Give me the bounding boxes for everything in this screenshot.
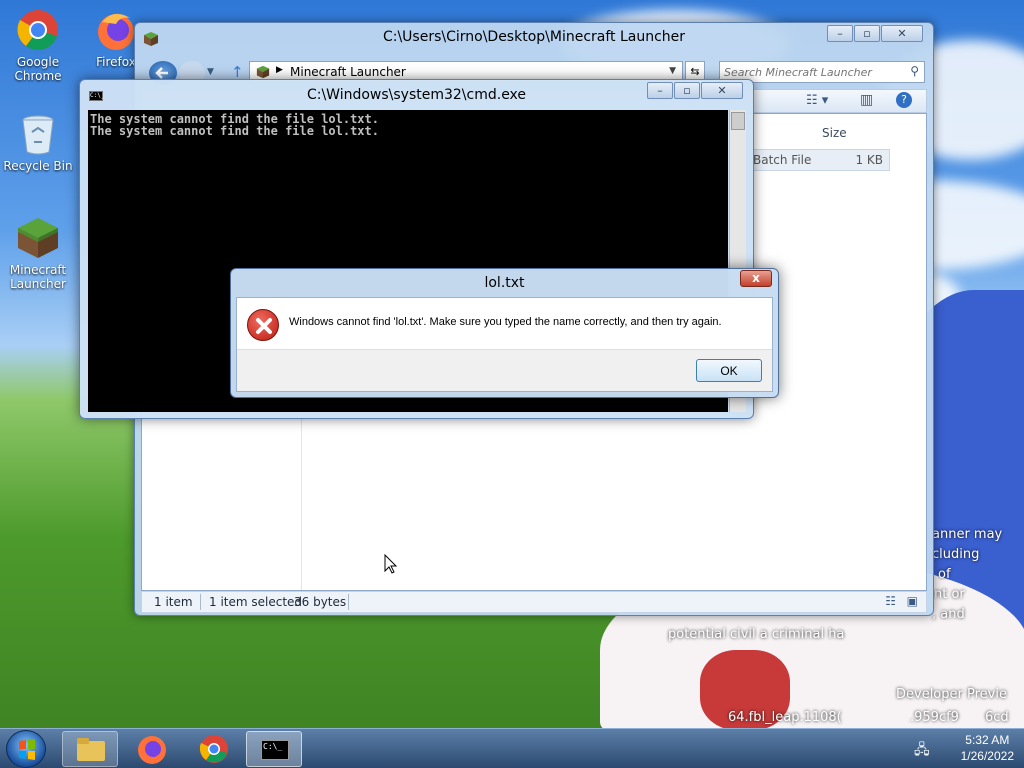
taskbar-chrome-button[interactable] xyxy=(186,731,242,767)
dialog-close-button[interactable]: x xyxy=(740,270,772,287)
watermark-line: , and xyxy=(932,607,965,622)
watermark-line: nt or xyxy=(934,587,965,602)
search-icon[interactable]: ⚲ xyxy=(910,64,919,78)
desktop-icon-label: Minecraft Launcher xyxy=(9,263,67,291)
taskbar: C:\_ 🖧 5:32 AM 1/26/2022 xyxy=(0,728,1024,768)
chrome-icon xyxy=(199,735,228,763)
watermark-line: .959cf9 xyxy=(910,710,959,725)
folder-icon xyxy=(77,738,105,761)
desktop-icon-label: Google Chrome xyxy=(14,55,62,83)
error-dialog[interactable]: lol.txt x Windows cannot find 'lol.txt'.… xyxy=(230,268,779,398)
watermark-line: 6cd xyxy=(985,710,1009,725)
column-header-size[interactable]: Size xyxy=(822,126,847,140)
clock-date: 1/26/2022 xyxy=(960,749,1014,763)
minecraft-icon xyxy=(256,65,270,79)
watermark-line: potential civil a criminal ha xyxy=(668,627,845,642)
network-icon[interactable]: 🖧 xyxy=(914,739,930,763)
scrollbar-thumb[interactable] xyxy=(731,112,745,130)
file-type: Batch File xyxy=(753,153,812,167)
watermark-line: 64.fbl_leap.1108( xyxy=(728,710,842,725)
status-size: 36 bytes xyxy=(294,595,347,609)
status-bar: 1 item 1 item selected 36 bytes ☷ ▣ xyxy=(141,591,927,613)
error-icon xyxy=(247,309,279,341)
help-icon[interactable]: ? xyxy=(896,92,912,108)
desktop-icon-recycle-bin[interactable]: Recycle Bin xyxy=(2,112,74,173)
preview-pane-icon[interactable]: ▥ xyxy=(860,92,873,108)
minimize-button[interactable]: – xyxy=(827,25,853,42)
dialog-footer: OK xyxy=(237,349,772,391)
minecraft-icon xyxy=(16,216,60,260)
file-row-selected[interactable]: Batch File 1 KB xyxy=(748,149,890,171)
desktop-icon-minecraft[interactable]: Minecraft Launcher xyxy=(2,216,74,291)
firefox-icon xyxy=(94,8,138,52)
close-button[interactable]: ✕ xyxy=(701,82,743,99)
windows-logo-icon xyxy=(19,739,35,760)
chevron-down-icon[interactable]: ▼ xyxy=(669,66,676,76)
chrome-icon xyxy=(16,8,60,52)
status-item-count: 1 item xyxy=(154,595,193,609)
cmd-icon: C:\_ xyxy=(261,740,289,760)
close-button[interactable]: ✕ xyxy=(881,25,923,42)
file-size: 1 KB xyxy=(855,153,883,167)
view-options-icon[interactable]: ☷ ▾ xyxy=(806,93,828,108)
clock-time: 5:32 AM xyxy=(965,733,1010,747)
dialog-title: lol.txt xyxy=(484,275,525,291)
taskbar-cmd-button[interactable]: C:\_ xyxy=(246,731,302,767)
ok-button[interactable]: OK xyxy=(696,359,762,382)
maximize-button[interactable]: ▫ xyxy=(854,25,880,42)
dialog-body: Windows cannot find 'lol.txt'. Make sure… xyxy=(236,297,773,392)
breadcrumb-separator-icon: ▶ xyxy=(276,65,283,75)
large-icons-view-icon[interactable]: ▣ xyxy=(907,594,918,608)
watermark-line: anner may xyxy=(932,527,1003,542)
start-button[interactable] xyxy=(6,730,46,768)
recycle-bin-icon xyxy=(16,112,60,156)
desktop-icon-label: Recycle Bin xyxy=(3,159,73,173)
error-message: Windows cannot find 'lol.txt'. Make sure… xyxy=(289,316,722,328)
taskbar-firefox-button[interactable] xyxy=(124,731,180,767)
minimize-button[interactable]: – xyxy=(647,82,673,99)
firefox-icon xyxy=(138,736,166,764)
taskbar-explorer-button[interactable] xyxy=(62,731,118,767)
details-view-icon[interactable]: ☷ xyxy=(885,594,896,608)
console-line: The system cannot find the file lol.txt. xyxy=(90,124,379,138)
watermark-line: Developer Previe xyxy=(896,687,1007,702)
status-selected: 1 item selected xyxy=(209,595,303,609)
watermark-line: cluding xyxy=(932,547,980,562)
system-clock[interactable]: 5:32 AM 1/26/2022 xyxy=(961,732,1014,764)
desktop-icon-chrome[interactable]: Google Chrome xyxy=(2,8,74,83)
chevron-down-icon[interactable]: ▼ xyxy=(207,67,214,77)
window-title: C:\Users\Cirno\Desktop\Minecraft Launche… xyxy=(382,29,686,45)
watermark-line: of xyxy=(938,567,951,582)
maximize-button[interactable]: ▫ xyxy=(674,82,700,99)
search-input[interactable] xyxy=(724,64,900,80)
mouse-cursor-icon xyxy=(384,554,398,574)
breadcrumb[interactable]: Minecraft Launcher xyxy=(290,65,406,79)
